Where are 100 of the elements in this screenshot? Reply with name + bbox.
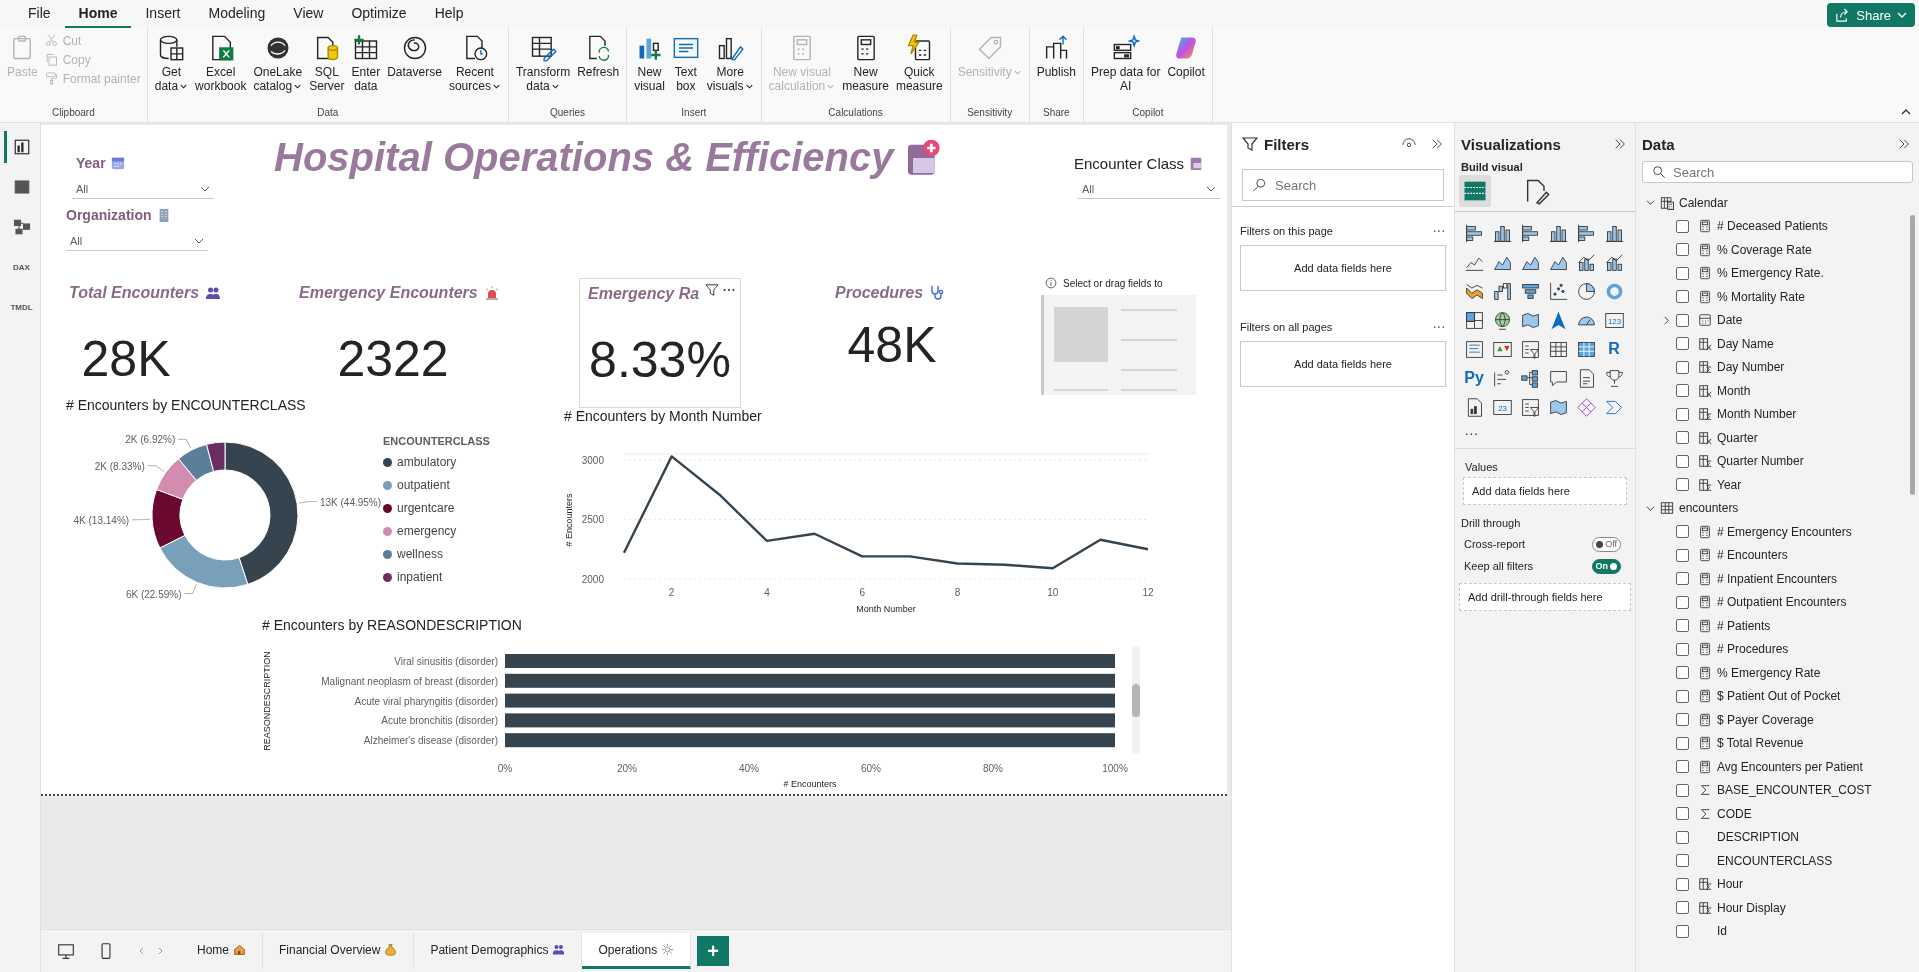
- checkbox[interactable]: [1676, 407, 1689, 421]
- visual-type-button[interactable]: R: [1601, 336, 1627, 362]
- checkbox[interactable]: [1676, 219, 1689, 233]
- menu-tab[interactable]: Help: [420, 0, 478, 28]
- tree-item[interactable]: % Coverage Rate: [1646, 238, 1919, 262]
- tree-item[interactable]: Quarter: [1646, 426, 1919, 450]
- tree-item[interactable]: Day Number: [1646, 355, 1919, 379]
- more-options-icon[interactable]: [1432, 324, 1446, 330]
- menu-tab[interactable]: Modeling: [194, 0, 280, 28]
- tree-item[interactable]: # Inpatient Encounters: [1646, 567, 1919, 591]
- menu-tab[interactable]: Optimize: [337, 0, 421, 28]
- filter-icon[interactable]: [705, 283, 719, 297]
- tree-item[interactable]: Quarter Number: [1646, 449, 1919, 473]
- tree-item[interactable]: # Procedures: [1646, 637, 1919, 661]
- checkbox[interactable]: [1676, 572, 1689, 586]
- checkbox[interactable]: [1676, 548, 1689, 562]
- search-field[interactable]: Search: [1642, 161, 1913, 183]
- ribbon-button[interactable]: Prep data for AI: [1088, 32, 1164, 95]
- tree-item[interactable]: ENCOUNTERCLASS: [1646, 849, 1919, 873]
- view-button[interactable]: DAX: [4, 251, 36, 283]
- tree-item[interactable]: $ Patient Out of Pocket: [1646, 684, 1919, 708]
- menu-tab[interactable]: View: [279, 0, 338, 28]
- menu-tab[interactable]: Insert: [131, 0, 195, 28]
- drop-zone[interactable]: Add drill-through fields here: [1459, 583, 1631, 611]
- tree-item[interactable]: CODE: [1646, 802, 1919, 826]
- tree-item[interactable]: Date: [1646, 308, 1919, 332]
- checkbox[interactable]: [1676, 830, 1689, 844]
- checkbox[interactable]: [1676, 454, 1689, 468]
- checkbox[interactable]: [1676, 290, 1689, 304]
- page-tab[interactable]: Operations: [582, 933, 692, 969]
- checkbox[interactable]: [1676, 854, 1689, 868]
- tree-item[interactable]: # Outpatient Encounters: [1646, 590, 1919, 614]
- visual-type-button[interactable]: Py: [1461, 365, 1487, 391]
- ribbon-button[interactable]: Quick measure: [892, 32, 946, 95]
- tree-item[interactable]: Month Number: [1646, 402, 1919, 426]
- ribbon-button[interactable]: Copilot: [1164, 32, 1208, 81]
- visual-type-button[interactable]: 123: [1601, 307, 1627, 333]
- checkbox[interactable]: [1676, 783, 1689, 797]
- chevron-up-icon[interactable]: [1901, 107, 1911, 117]
- tree-item[interactable]: Year: [1646, 473, 1919, 497]
- checkbox[interactable]: [1676, 313, 1689, 327]
- chevron-icon[interactable]: [1646, 198, 1655, 208]
- toggle-switch[interactable]: Off: [1592, 536, 1621, 552]
- chevron-icon[interactable]: [1646, 503, 1655, 513]
- checkbox[interactable]: [1676, 384, 1689, 398]
- menu-tab[interactable]: File: [14, 0, 65, 28]
- ribbon-button[interactable]: Text box: [668, 32, 703, 95]
- tree-item[interactable]: Hour: [1646, 872, 1919, 896]
- share-button[interactable]: Share: [1827, 3, 1915, 27]
- tree-item[interactable]: # Patients: [1646, 614, 1919, 638]
- checkbox[interactable]: [1676, 478, 1689, 492]
- ribbon-button[interactable]: Get data: [151, 32, 192, 95]
- tree-item[interactable]: Avg Encounters per Patient: [1646, 755, 1919, 779]
- ribbon-button[interactable]: More visuals: [703, 32, 757, 95]
- checkbox[interactable]: [1676, 266, 1689, 280]
- checkbox[interactable]: [1676, 619, 1689, 633]
- scrollbar[interactable]: [1910, 215, 1915, 495]
- checkbox[interactable]: [1676, 760, 1689, 774]
- checkbox[interactable]: [1676, 642, 1689, 656]
- tree-item[interactable]: # Deceased Patients: [1646, 214, 1919, 238]
- tree-item[interactable]: BASE_ENCOUNTER_COST: [1646, 778, 1919, 802]
- desktop-icon[interactable]: [57, 942, 75, 960]
- ribbon-button[interactable]: Refresh: [574, 32, 623, 81]
- tree-item[interactable]: # Encounters: [1646, 543, 1919, 567]
- checkbox[interactable]: [1676, 666, 1689, 680]
- chevron-icon[interactable]: [1662, 315, 1671, 325]
- checkbox[interactable]: [1676, 431, 1689, 445]
- drop-zone[interactable]: Add data fields here: [1463, 477, 1627, 505]
- checkbox[interactable]: [1676, 595, 1689, 609]
- tree-item[interactable]: $ Payer Coverage: [1646, 708, 1919, 732]
- tree-item[interactable]: Month: [1646, 379, 1919, 403]
- drop-zone[interactable]: Add data fields here: [1240, 245, 1446, 291]
- tree-item[interactable]: DESCRIPTION: [1646, 825, 1919, 849]
- checkbox[interactable]: [1676, 736, 1689, 750]
- checkbox[interactable]: [1676, 713, 1689, 727]
- scrollbar[interactable]: [1132, 646, 1140, 754]
- ribbon-button[interactable]: New visual: [631, 32, 668, 95]
- tree-item[interactable]: Day Name: [1646, 332, 1919, 356]
- ribbon-button[interactable]: SQL Server: [306, 32, 348, 95]
- tree-item[interactable]: % Emergency Rate.: [1646, 261, 1919, 285]
- toggle-switch[interactable]: On: [1591, 558, 1621, 574]
- tree-item[interactable]: Hour Display: [1646, 896, 1919, 920]
- tree-item[interactable]: Calendar: [1646, 191, 1919, 215]
- checkbox[interactable]: [1676, 689, 1689, 703]
- tree-item[interactable]: Id: [1646, 919, 1919, 943]
- double-chevron-icon[interactable]: [1897, 137, 1911, 151]
- view-button[interactable]: TMDL: [4, 291, 36, 323]
- tree-item[interactable]: $ Total Revenue: [1646, 731, 1919, 755]
- more-visuals[interactable]: ...: [1461, 423, 1487, 438]
- ribbon-button[interactable]: Transform data: [512, 32, 574, 95]
- tree-item[interactable]: encounters: [1646, 496, 1919, 520]
- checkbox[interactable]: [1676, 807, 1689, 821]
- ribbon-button[interactable]: OneLake catalog: [250, 32, 306, 95]
- ribbon-button[interactable]: New measure: [839, 32, 892, 95]
- ribbon-button[interactable]: Publish: [1033, 32, 1079, 81]
- checkbox[interactable]: [1676, 360, 1689, 374]
- double-chevron-icon[interactable]: [1613, 137, 1627, 151]
- checkbox[interactable]: [1676, 877, 1689, 891]
- search-field[interactable]: Search: [1242, 169, 1444, 201]
- add-page-button[interactable]: +: [697, 936, 730, 966]
